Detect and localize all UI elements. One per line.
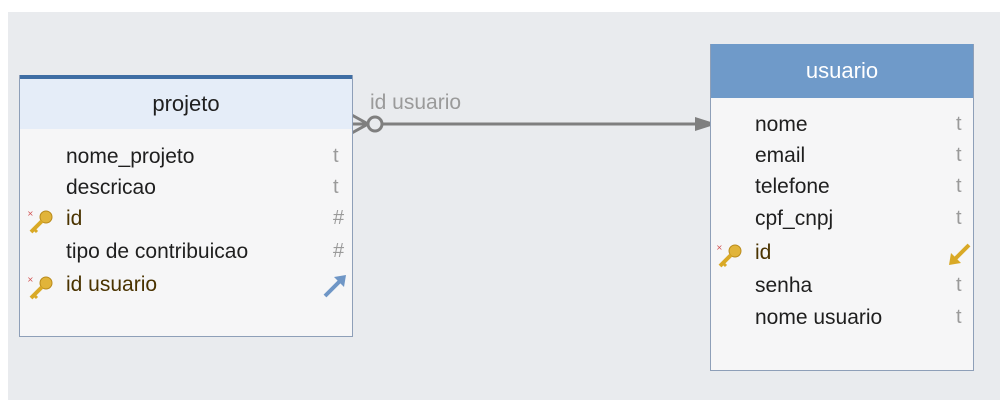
field-name: id [755, 241, 772, 264]
field-type: t [956, 113, 962, 135]
field-name: cpf_cnpj [755, 207, 834, 230]
field-type: t [956, 207, 962, 229]
field-name: senha [755, 274, 813, 297]
field-name: id [66, 207, 83, 230]
field-id[interactable]: × id # [20, 205, 352, 237]
field-type: t [956, 144, 962, 166]
field-id[interactable]: × id [711, 239, 973, 271]
field-nome-projeto[interactable]: nome_projeto t [20, 143, 352, 175]
field-id-usuario[interactable]: × id usuario [20, 271, 352, 303]
field-nome-usuario[interactable]: nome usuario t [711, 304, 973, 336]
field-tipo-de-contribuicao[interactable]: tipo de contribuicao # [20, 238, 352, 270]
field-descricao[interactable]: descricao t [20, 174, 352, 206]
reference-in-arrow-icon [949, 243, 971, 265]
field-type: t [956, 274, 962, 296]
field-name: descricao [66, 176, 156, 199]
field-name: telefone [755, 175, 830, 198]
field-type: t [956, 306, 962, 328]
field-name: tipo de contribuicao [66, 240, 249, 263]
table-usuario[interactable]: usuario nome t email t telefone t cpf_cn… [710, 44, 974, 371]
field-cpf-cnpj[interactable]: cpf_cnpj t [711, 205, 973, 237]
field-name: nome_projeto [66, 145, 195, 168]
field-type: # [333, 240, 345, 262]
field-name: nome [755, 113, 808, 136]
table-usuario-header: usuario [711, 44, 973, 98]
field-type: t [956, 175, 962, 197]
field-name: nome usuario [755, 306, 883, 329]
field-type: t [333, 176, 339, 198]
reference-out-arrow-icon [323, 275, 346, 298]
relationship-label: id usuario [370, 91, 462, 114]
field-type: t [333, 145, 339, 167]
table-projeto-header: projeto [20, 75, 352, 129]
primary-key-icon: × [27, 209, 53, 234]
field-email[interactable]: email t [711, 142, 973, 174]
primary-key-icon: × [716, 243, 742, 268]
field-name: id usuario [66, 273, 158, 296]
field-name: email [755, 144, 806, 167]
field-telefone[interactable]: telefone t [711, 173, 973, 205]
foreign-key-icon: × [27, 275, 53, 300]
svg-text:×: × [716, 243, 723, 252]
field-type: # [333, 207, 345, 229]
field-nome[interactable]: nome t [711, 111, 973, 143]
field-senha[interactable]: senha t [711, 272, 973, 304]
svg-text:×: × [27, 209, 34, 218]
table-projeto[interactable]: projeto nome_projeto t descricao t × id … [19, 75, 353, 337]
svg-text:×: × [27, 275, 34, 284]
